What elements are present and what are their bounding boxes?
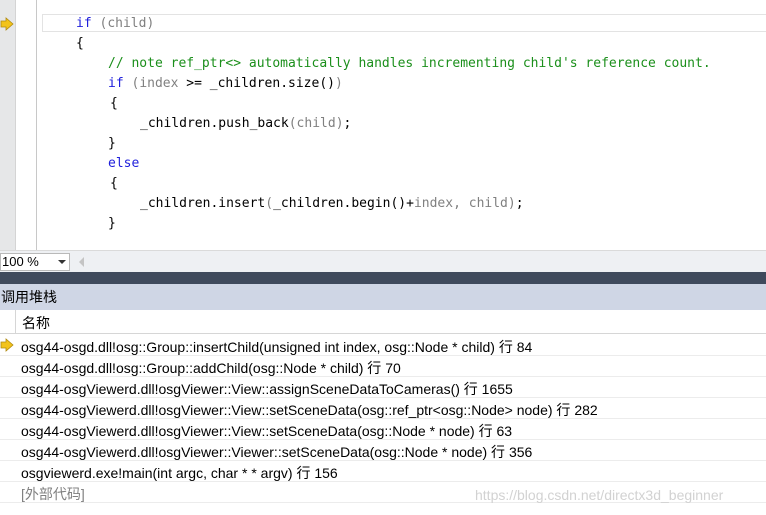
code-token: { bbox=[110, 96, 118, 111]
callstack-row-label: osg44-osgViewerd.dll!osgViewer::Viewer::… bbox=[21, 444, 533, 460]
code-token: index bbox=[139, 76, 179, 91]
code-token: { bbox=[76, 36, 84, 51]
chevron-down-icon[interactable] bbox=[58, 260, 66, 264]
code-line: if (index >= _children.size()) bbox=[108, 74, 343, 94]
current-frame-arrow-icon bbox=[0, 338, 14, 352]
code-token: ( bbox=[265, 196, 274, 211]
code-editor[interactable]: if (child){// note ref_ptr<> automatical… bbox=[0, 0, 766, 250]
code-token: if bbox=[76, 16, 92, 31]
code-line: if (child) bbox=[76, 14, 154, 34]
code-token: ) bbox=[335, 76, 343, 91]
code-token: , bbox=[453, 196, 469, 211]
header-gutter bbox=[0, 310, 16, 334]
callstack-row-label: [外部代码] bbox=[21, 486, 85, 502]
code-token: child bbox=[468, 196, 508, 211]
code-line: else bbox=[108, 154, 139, 174]
code-token: child bbox=[107, 16, 147, 31]
callstack-row[interactable]: osg44-osgViewerd.dll!osgViewer::Viewer::… bbox=[0, 440, 766, 461]
callstack-row[interactable]: osg44-osgd.dll!osg::Group::addChild(osg:… bbox=[0, 356, 766, 377]
code-line: } bbox=[108, 134, 116, 154]
code-token: ; bbox=[515, 196, 524, 211]
code-line: _children.insert(_children.begin()+index… bbox=[140, 194, 524, 214]
code-token: ) bbox=[507, 196, 516, 211]
watermark: https://blog.csdn.net/directx3d_beginner bbox=[475, 487, 724, 503]
code-token: ) bbox=[146, 16, 155, 31]
code-token: else bbox=[108, 156, 140, 171]
column-header-name[interactable]: 名称 bbox=[22, 313, 50, 333]
callstack-row[interactable]: osg44-osgViewerd.dll!osgViewer::View::se… bbox=[0, 398, 766, 419]
callstack-row-label: osg44-osgViewerd.dll!osgViewer::View::se… bbox=[21, 423, 513, 439]
code-token: } bbox=[108, 216, 116, 231]
code-line: { bbox=[76, 34, 84, 54]
code-token: if bbox=[108, 76, 124, 91]
code-line: } bbox=[108, 214, 116, 234]
editor-gutter bbox=[0, 0, 16, 250]
code-line: // note ref_ptr<> automatically handles … bbox=[108, 54, 711, 74]
code-token: ) bbox=[335, 116, 344, 131]
panel-separator bbox=[0, 272, 766, 284]
callstack-panel-title: 调用堆栈 bbox=[0, 284, 766, 310]
callstack-row-label: osg44-osgViewerd.dll!osgViewer::View::as… bbox=[21, 381, 513, 397]
code-line: { bbox=[110, 94, 118, 114]
code-token: ( bbox=[288, 116, 297, 131]
code-token: >= _children.size() bbox=[178, 76, 335, 91]
callstack-row-label: osg44-osgd.dll!osg::Group::insertChild(u… bbox=[21, 339, 533, 355]
code-token: _children.begin()+ bbox=[273, 196, 414, 211]
callstack-table: 名称 osg44-osgd.dll!osg::Group::insertChil… bbox=[0, 310, 766, 515]
scroll-left-icon[interactable] bbox=[79, 257, 84, 267]
zoom-value: 100 % bbox=[2, 254, 39, 269]
callstack-row[interactable]: osg44-osgViewerd.dll!osgViewer::View::se… bbox=[0, 419, 766, 440]
table-header: 名称 bbox=[0, 310, 766, 334]
code-token: _children.insert bbox=[140, 196, 266, 211]
code-line: { bbox=[110, 174, 118, 194]
code-token: } bbox=[108, 136, 116, 151]
callstack-row-label: osg44-osgViewerd.dll!osgViewer::View::se… bbox=[21, 402, 598, 418]
callstack-row-label: osg44-osgd.dll!osg::Group::addChild(osg:… bbox=[21, 360, 401, 376]
callstack-row[interactable]: osg44-osgViewerd.dll!osgViewer::View::as… bbox=[0, 377, 766, 398]
zoom-bar: 100 % bbox=[0, 250, 766, 273]
callstack-row[interactable]: osg44-osgd.dll!osg::Group::insertChild(u… bbox=[0, 335, 766, 356]
callstack-row[interactable]: osgviewerd.exe!main(int argc, char * * a… bbox=[0, 461, 766, 482]
code-token: ; bbox=[343, 116, 352, 131]
code-token: _children.push_back bbox=[140, 116, 289, 131]
outline-margin bbox=[36, 0, 37, 250]
code-token: { bbox=[110, 176, 118, 191]
current-statement-arrow-icon bbox=[0, 17, 14, 31]
code-token: child bbox=[296, 116, 336, 131]
zoom-select[interactable]: 100 % bbox=[0, 253, 70, 271]
callstack-row-label: osgviewerd.exe!main(int argc, char * * a… bbox=[21, 465, 338, 481]
code-line: _children.push_back(child); bbox=[140, 114, 351, 134]
code-token: index bbox=[413, 196, 454, 211]
code-token: // note ref_ptr<> automatically handles … bbox=[108, 56, 711, 71]
